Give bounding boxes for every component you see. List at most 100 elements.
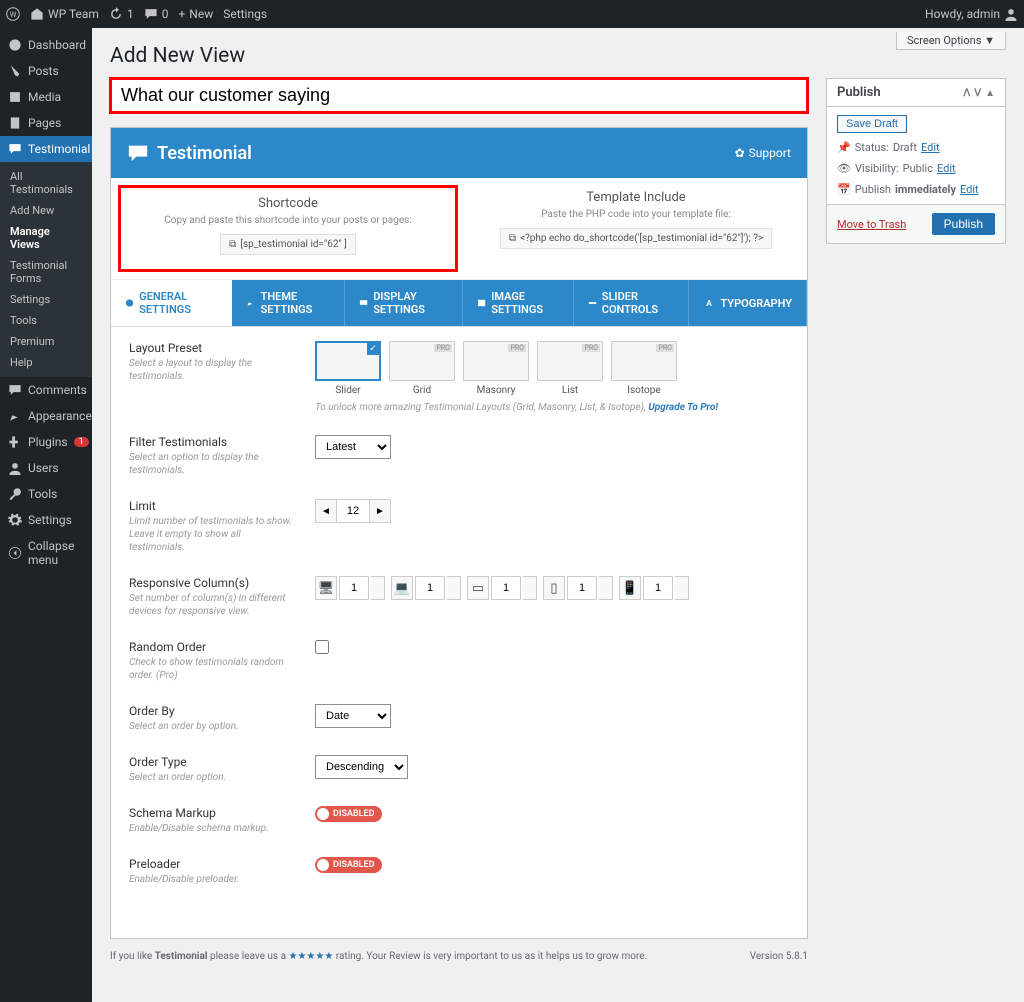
- layout-grid[interactable]: Grid: [389, 341, 455, 396]
- layout-isotope[interactable]: Isotope: [611, 341, 677, 396]
- key-icon: 📌: [837, 141, 851, 154]
- sub-all[interactable]: All Testimonials: [0, 166, 92, 200]
- schema-label: Schema Markup: [129, 806, 299, 820]
- mobile-icon: 📱: [619, 576, 641, 600]
- support-link[interactable]: ✿ Support: [735, 146, 791, 160]
- sub-help[interactable]: Help: [0, 352, 92, 373]
- limit-increment[interactable]: ►: [369, 499, 391, 523]
- sub-forms[interactable]: Testimonial Forms: [0, 255, 92, 289]
- calendar-icon: 📅: [837, 183, 851, 196]
- tab-image[interactable]: IMAGE SETTINGS: [463, 280, 574, 326]
- edit-status[interactable]: Edit: [921, 141, 940, 154]
- footer-rating-text: If you like Testimonial please leave us …: [110, 951, 647, 962]
- ordertype-label: Order Type: [129, 755, 299, 769]
- sidebar-collapse[interactable]: Collapse menu: [0, 533, 92, 573]
- tab-general[interactable]: GENERAL SETTINGS: [111, 280, 232, 326]
- sidebar-submenu: All Testimonials Add New Manage Views Te…: [0, 162, 92, 377]
- ordertype-select[interactable]: Descending: [315, 755, 408, 779]
- panel-up-icon[interactable]: ᐱ: [963, 88, 970, 99]
- footer-version: Version 5.8.1: [750, 951, 808, 962]
- sidebar-item-settings[interactable]: Settings: [0, 507, 92, 533]
- template-code[interactable]: ⧉ <?php echo do_shortcode('[sp_testimoni…: [500, 228, 772, 249]
- sub-tools[interactable]: Tools: [0, 310, 92, 331]
- limit-value[interactable]: [337, 499, 369, 523]
- sidebar-item-plugins[interactable]: Plugins1: [0, 429, 92, 455]
- col-laptop[interactable]: [415, 576, 445, 600]
- col-tablet-l[interactable]: [491, 576, 521, 600]
- layout-masonry[interactable]: Masonry: [463, 341, 529, 396]
- col-tablet[interactable]: [567, 576, 597, 600]
- comments-link[interactable]: 0: [144, 7, 169, 21]
- sidebar-item-users[interactable]: Users: [0, 455, 92, 481]
- preloader-toggle[interactable]: DISABLED: [315, 857, 382, 873]
- site-link[interactable]: WP Team: [30, 7, 99, 21]
- limit-decrement[interactable]: ◄: [315, 499, 337, 523]
- svg-text:A: A: [707, 299, 713, 309]
- shortcode-code[interactable]: ⧉ [sp_testimonial id="62" ]: [220, 234, 356, 255]
- copy-icon: ⧉: [229, 239, 236, 250]
- sidebar-item-dashboard[interactable]: Dashboard: [0, 32, 92, 58]
- shortcode-title: Shortcode: [127, 196, 449, 211]
- sidebar-item-tools[interactable]: Tools: [0, 481, 92, 507]
- filter-label: Filter Testimonials: [129, 435, 299, 449]
- edit-schedule[interactable]: Edit: [960, 183, 979, 196]
- sidebar-item-media[interactable]: Media: [0, 84, 92, 110]
- layout-slider[interactable]: Slider: [315, 341, 381, 396]
- move-to-trash[interactable]: Move to Trash: [837, 218, 906, 231]
- template-title: Template Include: [475, 190, 797, 205]
- layout-label: Layout Preset: [129, 341, 299, 355]
- sidebar-item-pages[interactable]: Pages: [0, 110, 92, 136]
- sub-manage-views[interactable]: Manage Views: [0, 221, 92, 255]
- col-desktop[interactable]: [339, 576, 369, 600]
- random-label: Random Order: [129, 640, 299, 654]
- limit-stepper[interactable]: ◄ ►: [315, 499, 391, 523]
- copy-icon: ⧉: [509, 233, 516, 244]
- howdy-link[interactable]: Howdy, admin: [925, 7, 1018, 21]
- rating-link[interactable]: ★★★★★: [288, 951, 333, 962]
- tab-theme[interactable]: THEME SETTINGS: [232, 280, 345, 326]
- sidebar-item-testimonial[interactable]: Testimonial: [0, 136, 92, 162]
- sub-addnew[interactable]: Add New: [0, 200, 92, 221]
- tablet-icon: ▯: [543, 576, 565, 600]
- page-title: Add New View: [110, 44, 1006, 68]
- wp-logo-icon[interactable]: W: [6, 7, 20, 21]
- shortcode-desc: Copy and paste this shortcode into your …: [127, 215, 449, 226]
- sidebar-item-posts[interactable]: Posts: [0, 58, 92, 84]
- admin-toolbar: W WP Team 1 0 + New Settings Howdy, admi…: [0, 0, 1024, 28]
- sub-settings[interactable]: Settings: [0, 289, 92, 310]
- screen-options-toggle[interactable]: Screen Options ▼: [896, 32, 1006, 50]
- publish-button[interactable]: Publish: [932, 213, 995, 235]
- layout-list[interactable]: List: [537, 341, 603, 396]
- filter-select[interactable]: Latest: [315, 435, 391, 459]
- orderby-label: Order By: [129, 704, 299, 718]
- save-draft-button[interactable]: Save Draft: [837, 115, 907, 133]
- schema-toggle[interactable]: DISABLED: [315, 806, 382, 822]
- admin-sidebar: Dashboard Posts Media Pages Testimonial …: [0, 28, 92, 1002]
- sidebar-item-appearance[interactable]: Appearance: [0, 403, 92, 429]
- sidebar-item-comments[interactable]: Comments: [0, 377, 92, 403]
- random-checkbox[interactable]: [315, 640, 329, 654]
- settings-tabs: GENERAL SETTINGS THEME SETTINGS DISPLAY …: [111, 280, 807, 327]
- new-link[interactable]: + New: [178, 7, 213, 21]
- tab-typography[interactable]: ATYPOGRAPHY: [689, 280, 807, 326]
- upgrade-link[interactable]: Upgrade To Pro!: [648, 402, 718, 413]
- tablet-l-icon: ▭: [467, 576, 489, 600]
- panel-down-icon[interactable]: ᐯ: [974, 88, 981, 99]
- responsive-label: Responsive Column(s): [129, 576, 299, 590]
- publish-box: Publish ᐱᐯ▲ Save Draft 📌Status: Draft Ed…: [826, 78, 1006, 244]
- tab-display[interactable]: DISPLAY SETTINGS: [345, 280, 463, 326]
- desktop-icon: 🖥: [315, 576, 337, 600]
- edit-visibility[interactable]: Edit: [937, 162, 956, 175]
- tab-slider[interactable]: SLIDER CONTROLS: [574, 280, 690, 326]
- orderby-select[interactable]: Date: [315, 704, 391, 728]
- eye-icon: 👁: [837, 162, 851, 175]
- settings-link[interactable]: Settings: [223, 7, 267, 21]
- updates-link[interactable]: 1: [109, 7, 134, 21]
- view-title-input[interactable]: [110, 78, 808, 113]
- upgrade-note: To unlock more amazing Testimonial Layou…: [315, 402, 718, 413]
- limit-label: Limit: [129, 499, 299, 513]
- laptop-icon: 💻: [391, 576, 413, 600]
- panel-toggle-icon[interactable]: ▲: [985, 88, 995, 99]
- sub-premium[interactable]: Premium: [0, 331, 92, 352]
- col-mobile[interactable]: [643, 576, 673, 600]
